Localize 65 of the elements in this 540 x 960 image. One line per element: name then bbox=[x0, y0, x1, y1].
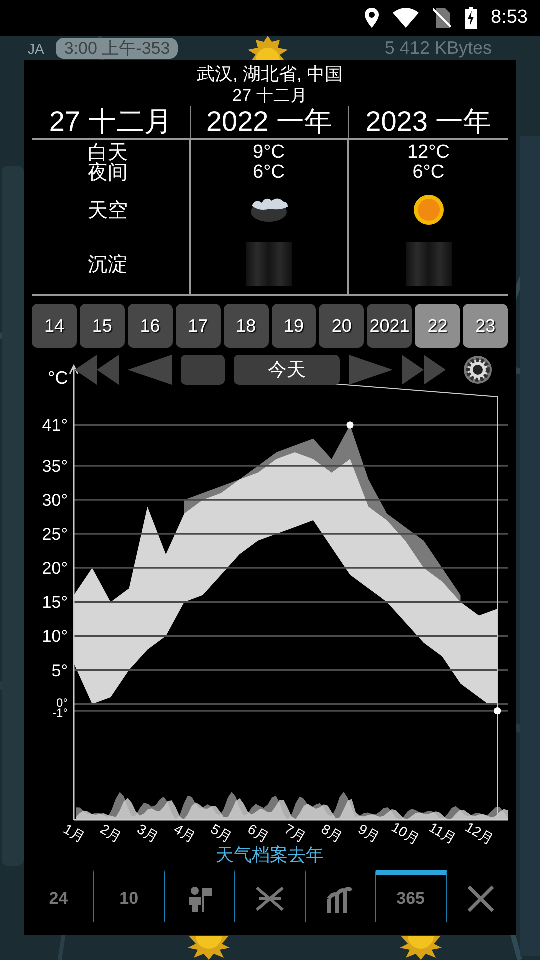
clock-time: 8:53 bbox=[491, 7, 528, 29]
range-button[interactable]: 24 bbox=[24, 870, 94, 922]
x-tick-label: 12月 bbox=[462, 818, 496, 848]
x-tick-label: 7月 bbox=[282, 820, 309, 846]
column-heading: 2023 一年 bbox=[364, 106, 493, 138]
no-sim-icon bbox=[433, 8, 452, 28]
year-button[interactable]: 18 bbox=[224, 304, 269, 348]
day-temperature: 9°C bbox=[253, 143, 285, 163]
night-label: 夜间 bbox=[88, 163, 129, 183]
y-tick-label: 5° bbox=[52, 661, 68, 680]
year-button[interactable]: 16 bbox=[128, 304, 173, 348]
column-heading: 27 十二月 bbox=[32, 106, 191, 138]
y-tick-label: 41° bbox=[42, 416, 68, 436]
year-button[interactable]: 20 bbox=[319, 304, 364, 348]
x-tick-label: 1月 bbox=[61, 820, 88, 846]
y-tick-label: 20° bbox=[42, 559, 68, 578]
column-heading: 2022 一年 bbox=[190, 106, 350, 138]
year-button[interactable]: 14 bbox=[32, 304, 77, 348]
chimneys-icon bbox=[326, 884, 354, 912]
y-tick-label: 35° bbox=[42, 457, 68, 476]
crossed-tools-icon bbox=[254, 886, 285, 912]
precipitation-label: 沉淀 bbox=[88, 252, 128, 278]
location-title: 武汉, 湖北省, 中国 bbox=[196, 63, 344, 86]
person-flag-icon bbox=[186, 886, 213, 912]
x-tick-label: 6月 bbox=[245, 820, 272, 846]
axis-unit: °C bbox=[48, 368, 68, 388]
x-tick-label: 8月 bbox=[318, 820, 346, 846]
settings-icon[interactable] bbox=[463, 355, 493, 385]
y-tick-label: 10° bbox=[42, 627, 68, 646]
precipitation-bar bbox=[406, 242, 452, 286]
day-temperature: 12°C bbox=[407, 143, 450, 163]
x-tick-label: 3月 bbox=[134, 820, 162, 846]
sun-icon bbox=[398, 936, 444, 960]
x-tick-label: 5月 bbox=[208, 820, 236, 846]
x-tick-label: 4月 bbox=[172, 820, 198, 846]
y-tick-label: 25° bbox=[42, 525, 68, 544]
year-button[interactable]: 15 bbox=[80, 304, 125, 348]
wifi-icon bbox=[393, 8, 420, 28]
night-temperature: 6°C bbox=[412, 163, 445, 183]
x-tick-label: 2月 bbox=[98, 820, 125, 846]
x-tick-label: 11月 bbox=[426, 819, 460, 848]
today-button[interactable]: 今天 bbox=[234, 355, 340, 385]
x-tick-label: 10月 bbox=[389, 818, 423, 848]
x-tick-label: 9月 bbox=[356, 820, 383, 846]
sky-label: 天空 bbox=[88, 198, 128, 224]
date-text: 27 十二月 bbox=[232, 86, 308, 106]
range-button[interactable]: 365 bbox=[376, 870, 447, 922]
location-icon bbox=[365, 8, 380, 28]
night-temperature: 6°C bbox=[253, 163, 285, 183]
sun-icon bbox=[186, 936, 232, 960]
precipitation-bar bbox=[246, 242, 292, 286]
y-tick-label: 15° bbox=[42, 593, 68, 612]
year-button[interactable]: 17 bbox=[176, 304, 221, 348]
sun-icon bbox=[412, 194, 445, 226]
year-button[interactable]: 2021 bbox=[367, 304, 412, 348]
y-tick-label: 30° bbox=[42, 491, 68, 510]
range-button[interactable]: 10 bbox=[94, 870, 165, 922]
year-button[interactable]: 19 bbox=[272, 304, 316, 348]
sun-icon bbox=[246, 36, 290, 60]
day-label: 白天 bbox=[88, 143, 129, 163]
data-size-text: 5 412 KBytes bbox=[384, 38, 492, 59]
battery-charging-icon bbox=[465, 7, 478, 29]
map-label: JA bbox=[28, 40, 44, 56]
close-icon bbox=[467, 884, 496, 912]
chart-caption: 天气档案去年 bbox=[215, 844, 325, 866]
